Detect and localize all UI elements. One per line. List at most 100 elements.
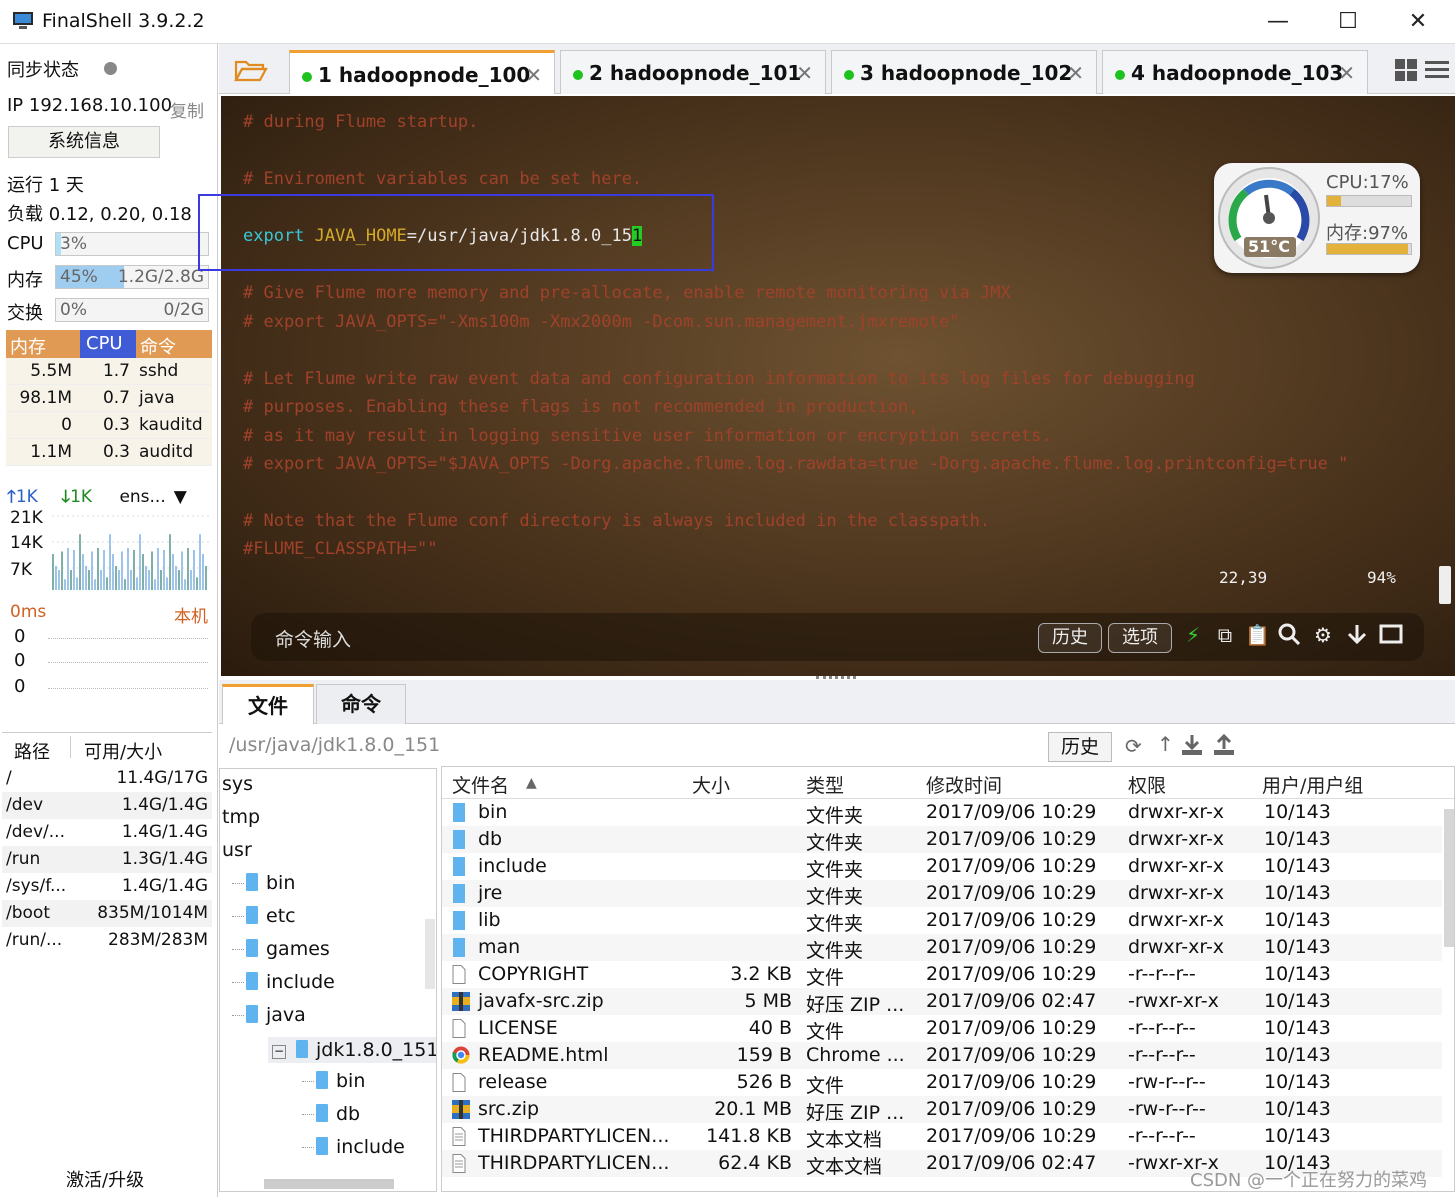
file-list: 文件名 ▲ 大小 类型 修改时间 权限 用户/用户组 bin 文件夹 2017/09… — [441, 766, 1455, 1192]
tab-3[interactable]: 3 hadoopnode_102 ✕ — [831, 50, 1097, 94]
proc-col-mem[interactable]: 内存 — [10, 333, 46, 359]
gear-icon[interactable]: ⚙ — [1311, 623, 1335, 649]
ping-host[interactable]: 本机 — [174, 602, 208, 627]
file-row[interactable]: include 文件夹 2017/09/06 10:29 drwxr-xr-x 10/1… — [442, 853, 1442, 881]
chevron-down-icon[interactable]: ▼ — [174, 487, 187, 507]
tree-node[interactable]: etc — [232, 905, 296, 927]
disk-col-path[interactable]: 路径 — [14, 738, 50, 764]
options-button[interactable]: 选项 — [1108, 623, 1172, 653]
folder-icon — [452, 884, 466, 903]
system-gauge-widget[interactable]: 51°C CPU:17% 内存:97% — [1214, 163, 1420, 273]
tab-label: 2 hadoopnode_101 — [589, 61, 802, 85]
path-history-button[interactable]: 历史 — [1048, 732, 1112, 762]
grid-view-icon[interactable] — [1395, 59, 1417, 81]
search-icon[interactable] — [1277, 623, 1301, 649]
close-tab-icon[interactable]: ✕ — [525, 63, 542, 87]
command-input[interactable]: 命令输入 — [275, 625, 351, 652]
file-row[interactable]: jre 文件夹 2017/09/06 10:29 drwxr-xr-x 10/143 — [442, 880, 1442, 908]
file-row[interactable]: LICENSE 40 B 文件 2017/09/06 10:29 -r--r--r-- 1… — [442, 1015, 1442, 1043]
tree-node-label: java — [266, 1004, 306, 1026]
maximize-button[interactable]: ☐ — [1328, 6, 1368, 38]
tree-node[interactable]: usr — [222, 839, 252, 861]
folder-icon — [452, 857, 466, 876]
proc-cmd: kauditd — [139, 415, 203, 435]
refresh-icon[interactable]: ⟳ — [1125, 734, 1142, 758]
folder-icon — [246, 939, 258, 957]
tree-node[interactable]: − jdk1.8.0_151 — [268, 1037, 436, 1063]
col-owner[interactable]: 用户/用户组 — [1262, 771, 1363, 798]
download-arrow-icon[interactable] — [1345, 623, 1369, 649]
folder-open-icon[interactable] — [233, 56, 269, 84]
tree-node[interactable]: games — [232, 938, 330, 960]
tree-node-label: bin — [336, 1070, 366, 1092]
paste-icon[interactable]: 📋 — [1245, 623, 1270, 649]
tree-node[interactable]: include — [232, 971, 335, 993]
terminal-scrollbar[interactable] — [1439, 566, 1451, 604]
tab-files[interactable]: 文件 — [222, 684, 314, 724]
terminal-line: # Give Flume more memory and pre-allocat… — [243, 283, 1011, 303]
file-row[interactable]: release 526 B 文件 2017/09/06 10:29 -rw-r--r--… — [442, 1069, 1442, 1097]
file-row[interactable]: THIRDPARTYLICEN... 141.8 KB 文本文档 2017/09/06… — [442, 1123, 1442, 1151]
minimize-button[interactable]: — — [1258, 6, 1298, 38]
file-row[interactable]: man 文件夹 2017/09/06 10:29 drwxr-xr-x 10/143 — [442, 934, 1442, 962]
window-icon[interactable] — [1379, 623, 1403, 649]
disk-col-size[interactable]: 可用/大小 — [84, 738, 162, 764]
proc-col-cpu[interactable]: CPU — [80, 330, 136, 358]
copy-ip-link[interactable]: 复制 — [170, 97, 204, 122]
tree-horizontal-scrollbar[interactable] — [264, 1179, 394, 1189]
tree-node[interactable]: include — [302, 1136, 405, 1158]
copy-icon[interactable]: ⧉ — [1213, 623, 1237, 649]
download-icon[interactable] — [1181, 734, 1203, 756]
path-input[interactable]: /usr/java/jdk1.8.0_151 — [229, 734, 440, 756]
tab-2[interactable]: 2 hadoopnode_101 ✕ — [560, 50, 826, 94]
file-owner: 10/143 — [1264, 1125, 1331, 1147]
up-directory-icon[interactable]: ↑ — [1157, 732, 1174, 756]
spark-bar — [184, 579, 186, 590]
history-button[interactable]: 历史 — [1038, 623, 1102, 653]
col-permissions[interactable]: 权限 — [1128, 771, 1166, 798]
close-button[interactable]: ✕ — [1398, 6, 1438, 38]
file-row[interactable]: lib 文件夹 2017/09/06 10:29 drwxr-xr-x 10/143 — [442, 907, 1442, 935]
close-tab-icon[interactable]: ✕ — [1338, 61, 1355, 85]
col-filename[interactable]: 文件名 — [452, 771, 509, 798]
system-info-button[interactable]: 系统信息 — [8, 126, 160, 158]
tree-node[interactable]: tmp — [222, 806, 260, 828]
lightning-icon[interactable]: ⚡ — [1181, 623, 1205, 649]
tab-commands[interactable]: 命令 — [316, 684, 406, 724]
tree-node[interactable]: bin — [232, 872, 295, 894]
network-interface-select[interactable]: ens... — [119, 487, 165, 507]
tree-scrollbar[interactable] — [425, 919, 435, 989]
file-row[interactable]: src.zip 20.1 MB 好压 ZIP ... 2017/09/06 10:29… — [442, 1096, 1442, 1124]
upload-icon[interactable] — [1213, 733, 1235, 756]
file-list-scrollbar[interactable] — [1444, 809, 1454, 947]
title-bar: FinalShell 3.9.2.2 — ☐ ✕ — [0, 0, 1455, 44]
tree-node[interactable]: bin — [302, 1070, 365, 1092]
tree-node[interactable]: java — [232, 1004, 306, 1026]
close-tab-icon[interactable]: ✕ — [1067, 61, 1084, 85]
file-row[interactable]: javafx-src.zip 5 MB 好压 ZIP ... 2017/09/06 0… — [442, 988, 1442, 1016]
file-row[interactable]: README.html 159 B Chrome ... 2017/09/06 10:… — [442, 1042, 1442, 1069]
proc-cpu: 0.7 — [102, 388, 130, 408]
col-mtime[interactable]: 修改时间 — [926, 771, 1002, 798]
tree-node[interactable]: db — [302, 1103, 360, 1125]
download-rate: 1K — [70, 487, 93, 507]
proc-col-cmd[interactable]: 命令 — [140, 333, 176, 359]
close-tab-icon[interactable]: ✕ — [796, 61, 813, 85]
file-mtime: 2017/09/06 10:29 — [926, 1098, 1097, 1120]
spark-bar — [73, 550, 75, 590]
file-owner: 10/143 — [1264, 1098, 1331, 1120]
file-row[interactable]: db 文件夹 2017/09/06 10:29 drwxr-xr-x 10/143 — [442, 826, 1442, 854]
folder-icon — [316, 1137, 328, 1155]
file-row[interactable]: COPYRIGHT 3.2 KB 文件 2017/09/06 10:29 -r--r--… — [442, 961, 1442, 989]
col-type[interactable]: 类型 — [806, 771, 844, 798]
tab-4[interactable]: 4 hadoopnode_103 ✕ — [1102, 50, 1368, 94]
spark-bar — [148, 570, 150, 590]
collapse-icon[interactable]: − — [272, 1045, 286, 1059]
tree-node[interactable]: sys — [222, 773, 253, 795]
splitter-handle[interactable] — [816, 676, 856, 679]
col-size[interactable]: 大小 — [692, 771, 730, 798]
tab-1[interactable]: 1 hadoopnode_100 ✕ — [289, 50, 555, 94]
menu-icon[interactable] — [1425, 59, 1449, 81]
activate-upgrade-link[interactable]: 激活/升级 — [66, 1166, 144, 1192]
file-row[interactable]: bin 文件夹 2017/09/06 10:29 drwxr-xr-x 10/143 — [442, 799, 1442, 827]
